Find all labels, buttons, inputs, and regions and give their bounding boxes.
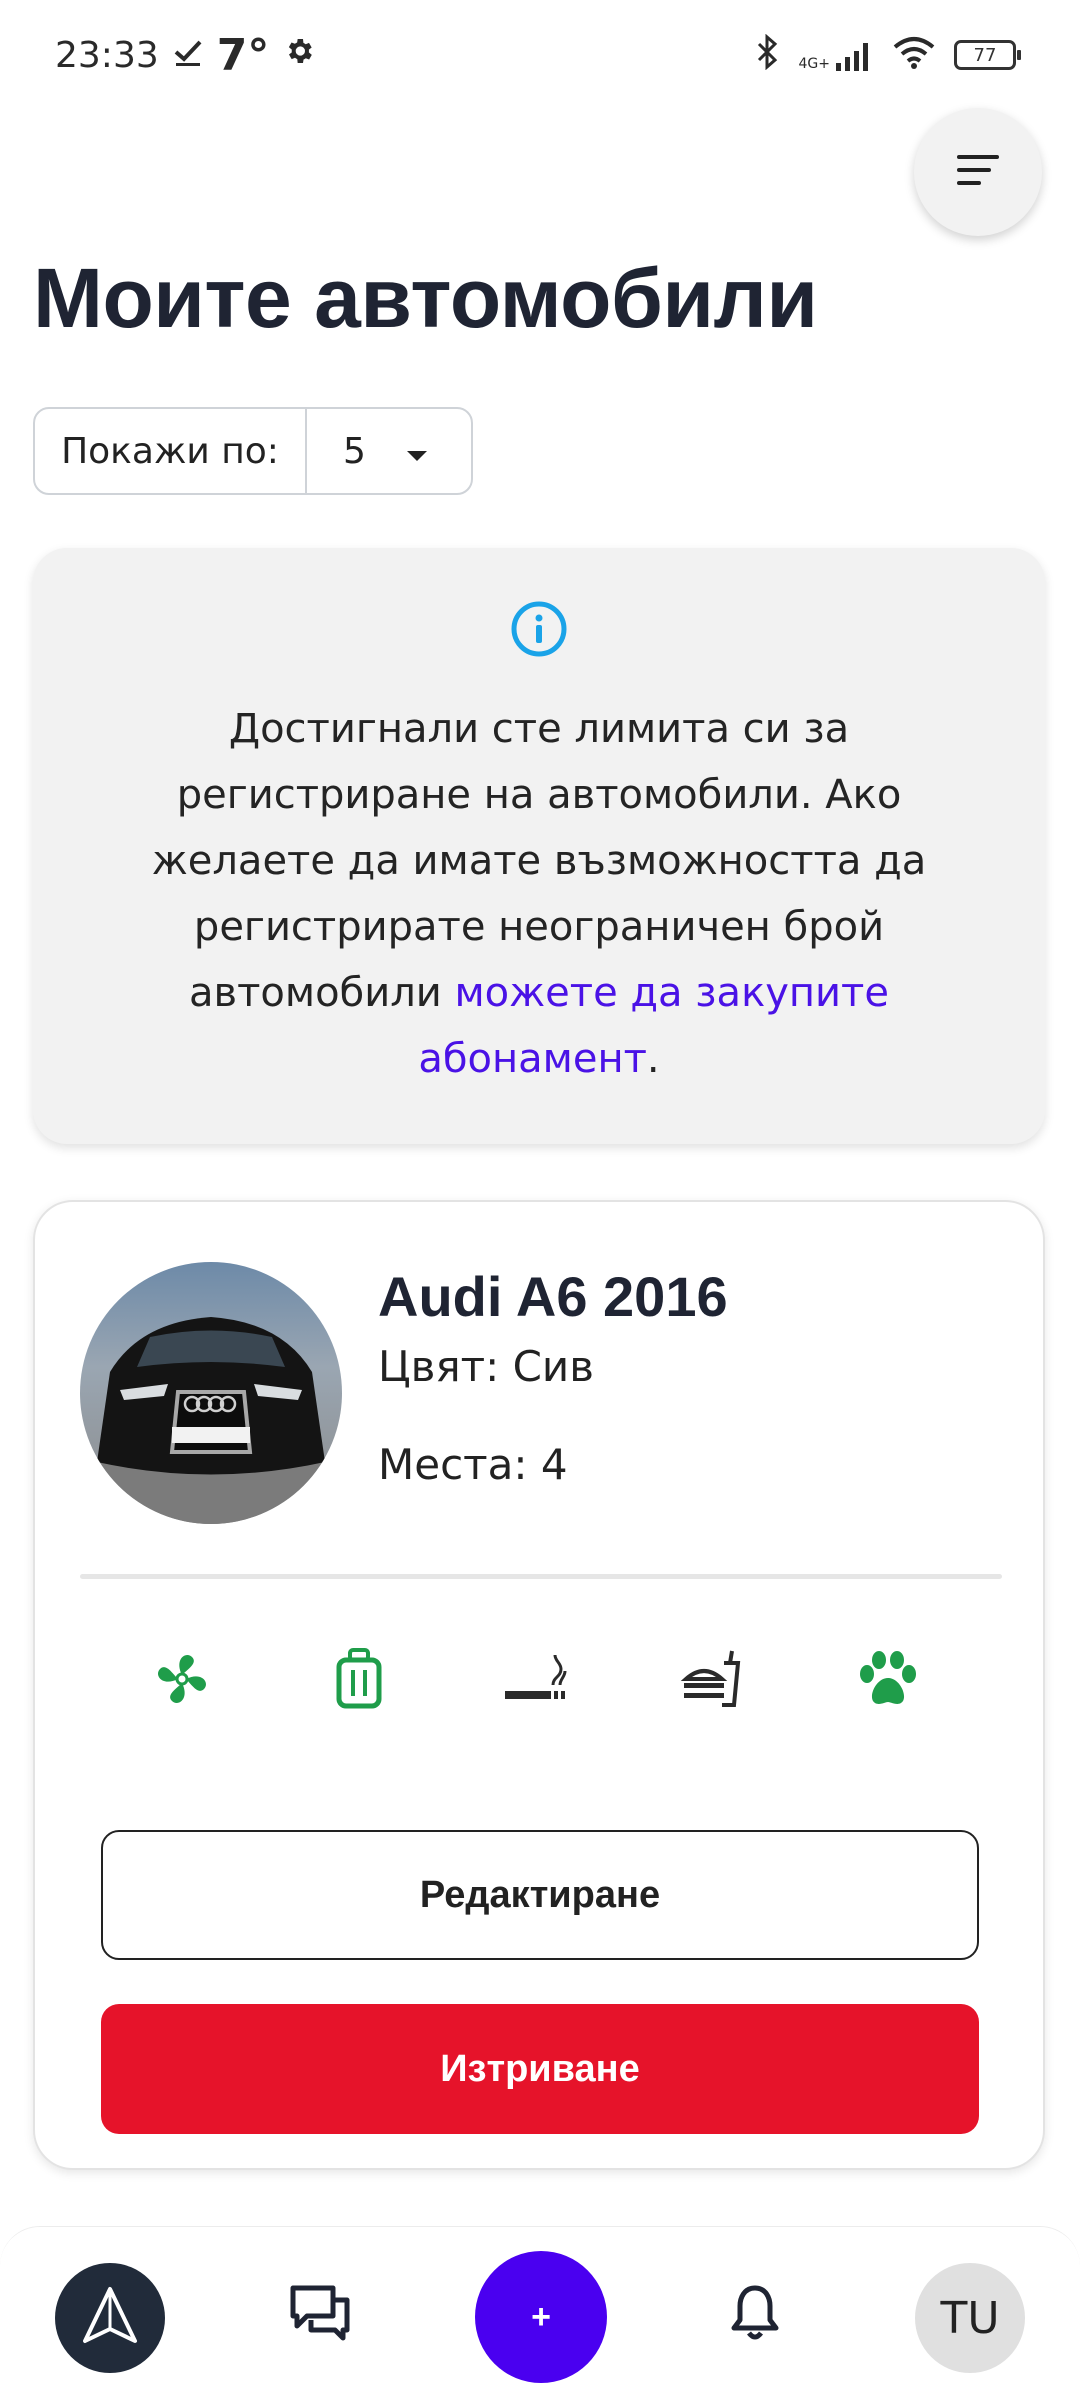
cellular-signal-icon: 4G+ bbox=[799, 39, 875, 71]
limit-message: Достигнали сте лимита си за регистриране… bbox=[139, 696, 939, 1092]
network-type: 4G+ bbox=[798, 56, 831, 72]
check-icon bbox=[173, 35, 203, 76]
status-time: 23:33 bbox=[55, 34, 159, 76]
page-title: Моите автомобили bbox=[33, 251, 818, 345]
bluetooth-icon bbox=[755, 33, 781, 77]
food-icon bbox=[675, 1642, 749, 1716]
status-right: 4G+ 77 bbox=[755, 33, 1021, 77]
add-button[interactable]: + bbox=[475, 2251, 607, 2383]
chat-icon bbox=[289, 2284, 351, 2347]
smoking-icon bbox=[498, 1642, 572, 1716]
car-seats: Места: 4 bbox=[378, 1440, 568, 1489]
pets-icon bbox=[851, 1642, 925, 1716]
divider bbox=[80, 1574, 1002, 1579]
caret-down-icon bbox=[405, 431, 429, 472]
subscription-limit-notice: Достигнали сте лимита си за регистриране… bbox=[33, 548, 1045, 1144]
nav-messages-button[interactable] bbox=[280, 2275, 360, 2355]
status-temperature: 7° bbox=[216, 29, 270, 81]
air-conditioning-icon bbox=[145, 1642, 219, 1716]
luggage-icon bbox=[322, 1642, 396, 1716]
limit-message-suffix: . bbox=[646, 1036, 660, 1082]
nav-notifications-button[interactable] bbox=[715, 2275, 795, 2355]
menu-icon bbox=[955, 152, 1001, 193]
car-title: Audi A6 2016 bbox=[378, 1265, 728, 1328]
status-left: 23:33 7° bbox=[55, 30, 315, 81]
menu-button[interactable] bbox=[914, 108, 1042, 236]
nav-home-button[interactable] bbox=[55, 2263, 165, 2373]
car-color: Цвят: Сив bbox=[378, 1342, 594, 1391]
status-bar: 23:33 7° 4G+ 77 bbox=[0, 0, 1080, 110]
page-size-value: 5 bbox=[343, 430, 366, 472]
page-size-dropdown[interactable]: 5 bbox=[307, 409, 471, 493]
car-card: Audi A6 2016 Цвят: Сив Места: 4 Редактир… bbox=[33, 1200, 1045, 2170]
car-photo bbox=[80, 1262, 342, 1524]
battery-level: 77 bbox=[973, 44, 997, 66]
page-size-selector: Покажи по: 5 bbox=[33, 407, 473, 495]
battery-icon: 77 bbox=[954, 40, 1021, 70]
user-avatar[interactable]: TU bbox=[915, 2263, 1025, 2373]
car-features bbox=[145, 1642, 925, 1716]
settings-gear-icon bbox=[283, 35, 315, 76]
delete-button[interactable]: Изтриване bbox=[101, 2004, 979, 2134]
page: 23:33 7° 4G+ 77 Моите автомобили Покажи … bbox=[0, 0, 1080, 2400]
bottom-navigation: + TU bbox=[0, 2226, 1080, 2400]
edit-button[interactable]: Редактиране bbox=[101, 1830, 979, 1960]
wifi-icon bbox=[892, 35, 936, 76]
navigation-arrow-icon bbox=[77, 2283, 143, 2354]
page-size-label: Покажи по: bbox=[35, 409, 307, 493]
bell-icon bbox=[730, 2284, 780, 2347]
info-icon bbox=[510, 600, 568, 662]
